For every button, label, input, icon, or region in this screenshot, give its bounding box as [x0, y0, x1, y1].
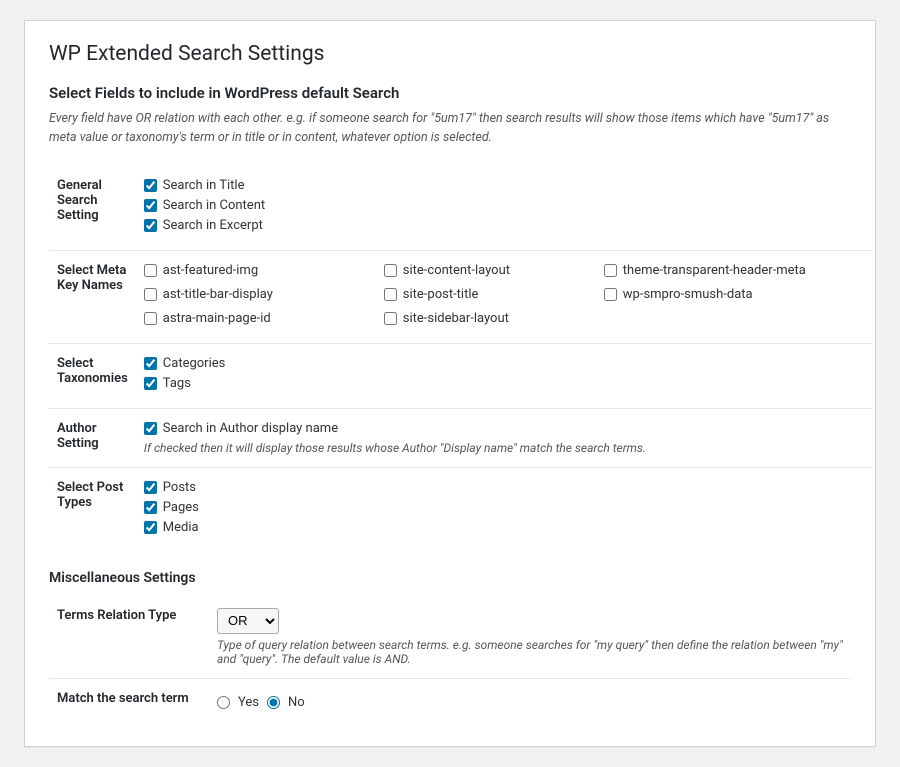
match-search-label: Match the search term [49, 678, 209, 722]
meta-theme-transparent-checkbox[interactable] [604, 264, 617, 277]
match-no-radio[interactable] [267, 696, 280, 709]
post-types-label: Select Post Types [49, 467, 136, 552]
general-search-label: General Search Setting [49, 166, 136, 251]
pt-posts-row: Posts [144, 480, 864, 495]
meta-theme-transparent-label: theme-transparent-header-meta [623, 263, 806, 278]
general-search-row: General Search Setting Search in Title S… [49, 166, 872, 251]
terms-relation-hint: Type of query relation between search te… [217, 638, 843, 666]
author-controls: Search in Author display name If checked… [136, 408, 872, 467]
pt-media-label: Media [163, 520, 199, 535]
meta-key-grid: ast-featured-img site-content-layout the… [144, 263, 864, 331]
pt-posts-checkbox[interactable] [144, 481, 157, 494]
match-yes-radio[interactable] [217, 696, 230, 709]
meta-site-post-title-label: site-post-title [403, 287, 479, 302]
meta-wp-smpro-checkbox[interactable] [604, 288, 617, 301]
meta-site-post-title-checkbox[interactable] [384, 288, 397, 301]
meta-site-content-layout-row: site-content-layout [384, 263, 584, 278]
search-content-checkbox[interactable] [144, 199, 157, 212]
page-title: WP Extended Search Settings [49, 41, 851, 68]
tax-categories-checkbox[interactable] [144, 357, 157, 370]
pt-pages-label: Pages [163, 500, 199, 515]
post-types-controls: Posts Pages Media [136, 467, 872, 552]
author-hint: If checked then it will display those re… [144, 441, 864, 455]
general-search-controls: Search in Title Search in Content Search… [136, 166, 872, 251]
author-row: Author Setting Search in Author display … [49, 408, 872, 467]
meta-theme-transparent-row: theme-transparent-header-meta [604, 263, 864, 278]
meta-ast-featured-img-checkbox[interactable] [144, 264, 157, 277]
terms-relation-controls: OR AND Type of query relation between se… [209, 596, 851, 679]
search-content-label: Search in Content [163, 198, 265, 213]
search-content-row: Search in Content [144, 198, 864, 213]
meta-site-sidebar-checkbox[interactable] [384, 312, 397, 325]
misc-title: Miscellaneous Settings [49, 570, 851, 586]
settings-table: General Search Setting Search in Title S… [49, 166, 872, 552]
match-search-controls: Yes No [209, 678, 851, 722]
misc-table: Terms Relation Type OR AND Type of query… [49, 596, 851, 722]
meta-astra-main-label: astra-main-page-id [163, 311, 271, 326]
search-excerpt-checkbox[interactable] [144, 219, 157, 232]
tax-categories-row: Categories [144, 356, 864, 371]
author-label: Author Setting [49, 408, 136, 467]
meta-key-controls: ast-featured-img site-content-layout the… [136, 250, 872, 343]
taxonomies-label: Select Taxonomies [49, 343, 136, 408]
pt-pages-row: Pages [144, 500, 864, 515]
settings-page: WP Extended Search Settings Select Field… [24, 20, 876, 747]
match-search-radios: Yes No [217, 695, 843, 710]
search-excerpt-row: Search in Excerpt [144, 218, 864, 233]
terms-relation-select[interactable]: OR AND [217, 608, 279, 634]
pt-posts-label: Posts [163, 480, 196, 495]
meta-site-sidebar-row: site-sidebar-layout [384, 311, 584, 326]
tax-categories-label: Categories [163, 356, 226, 371]
meta-key-label: Select Meta Key Names [49, 250, 136, 343]
match-yes-label: Yes [238, 695, 259, 710]
meta-ast-featured-img-row: ast-featured-img [144, 263, 364, 278]
search-title-label: Search in Title [163, 178, 245, 193]
terms-relation-row: Terms Relation Type OR AND Type of query… [49, 596, 851, 679]
taxonomies-row: Select Taxonomies Categories Tags [49, 343, 872, 408]
meta-ast-title-bar-checkbox[interactable] [144, 288, 157, 301]
match-search-row: Match the search term Yes No [49, 678, 851, 722]
search-excerpt-label: Search in Excerpt [163, 218, 263, 233]
meta-ast-title-bar-label: ast-title-bar-display [163, 287, 273, 302]
author-display-name-row: Search in Author display name [144, 421, 864, 436]
section-desc: Every field have OR relation with each o… [49, 110, 851, 148]
meta-site-post-title-row: site-post-title [384, 287, 584, 302]
tax-tags-label: Tags [163, 376, 191, 391]
meta-wp-smpro-label: wp-smpro-smush-data [623, 287, 753, 302]
meta-astra-main-row: astra-main-page-id [144, 311, 364, 326]
meta-wp-smpro-row: wp-smpro-smush-data [604, 287, 864, 302]
taxonomies-controls: Categories Tags [136, 343, 872, 408]
meta-ast-title-bar-row: ast-title-bar-display [144, 287, 364, 302]
post-types-row: Select Post Types Posts Pages Media [49, 467, 872, 552]
pt-media-row: Media [144, 520, 864, 535]
terms-relation-label: Terms Relation Type [49, 596, 209, 679]
meta-site-content-layout-checkbox[interactable] [384, 264, 397, 277]
pt-pages-checkbox[interactable] [144, 501, 157, 514]
search-title-row: Search in Title [144, 178, 864, 193]
meta-key-row: Select Meta Key Names ast-featured-img s… [49, 250, 872, 343]
author-display-name-checkbox[interactable] [144, 422, 157, 435]
tax-tags-row: Tags [144, 376, 864, 391]
tax-tags-checkbox[interactable] [144, 377, 157, 390]
match-no-label: No [288, 695, 305, 710]
section-title: Select Fields to include in WordPress de… [49, 84, 851, 102]
meta-site-content-layout-label: site-content-layout [403, 263, 510, 278]
search-title-checkbox[interactable] [144, 179, 157, 192]
meta-ast-featured-img-label: ast-featured-img [163, 263, 258, 278]
meta-astra-main-checkbox[interactable] [144, 312, 157, 325]
meta-site-sidebar-label: site-sidebar-layout [403, 311, 509, 326]
author-display-name-label: Search in Author display name [163, 421, 338, 436]
pt-media-checkbox[interactable] [144, 521, 157, 534]
